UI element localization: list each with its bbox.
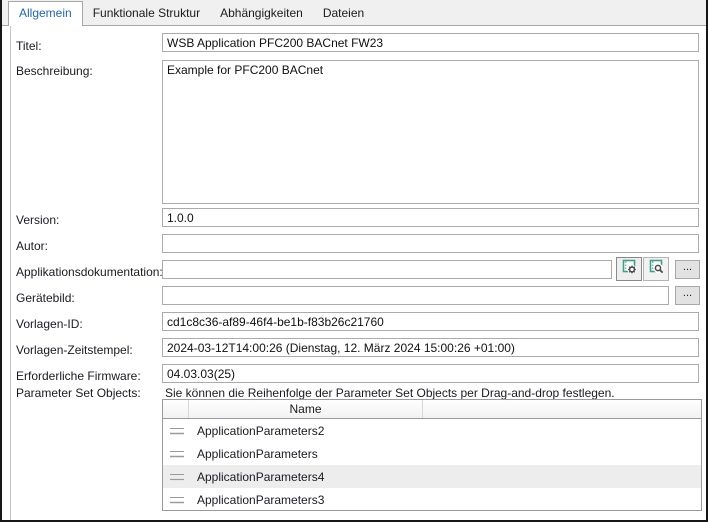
edit-document-button[interactable] — [616, 257, 642, 281]
drag-handle-icon[interactable] — [170, 473, 184, 480]
table-header-row: Name — [163, 400, 701, 419]
row-name: ApplicationParameters4 — [197, 469, 325, 484]
table-header-handle-column — [163, 400, 189, 418]
vorlagen-id-label: Vorlagen-ID: — [16, 317, 83, 331]
row-name: ApplicationParameters — [197, 446, 318, 461]
document-magnifier-icon — [648, 258, 665, 280]
tab-dateien[interactable]: Dateien — [313, 2, 374, 25]
autor-input[interactable] — [162, 234, 699, 253]
beschreibung-textarea[interactable] — [162, 60, 699, 204]
geraetebild-input[interactable] — [162, 286, 669, 305]
titel-input[interactable] — [162, 33, 699, 52]
table-row[interactable]: ApplicationParameters3 — [163, 488, 701, 511]
titel-label: Titel: — [16, 39, 42, 53]
version-label: Version: — [16, 213, 60, 227]
version-input[interactable] — [162, 208, 699, 227]
applikationsdokumentation-browse-button[interactable]: ... — [675, 260, 700, 279]
document-gear-icon — [621, 258, 638, 280]
geraetebild-label: Gerätebild: — [16, 291, 75, 305]
table-row[interactable]: ApplicationParameters — [163, 442, 701, 465]
vorlagen-zeitstempel-input[interactable] — [162, 338, 699, 357]
drag-drop-hint-text: Sie können die Reihenfolge der Parameter… — [165, 386, 615, 400]
applikationsdokumentation-label: Applikationsdokumentation: — [16, 265, 163, 279]
table-header-spacer-column — [423, 400, 701, 418]
table-header-name-column[interactable]: Name — [189, 400, 423, 418]
application-properties-panel: Allgemein Funktionale Struktur Abhängigk… — [0, 0, 708, 522]
geraetebild-browse-button[interactable]: ... — [675, 286, 700, 305]
row-name: ApplicationParameters2 — [197, 423, 325, 438]
panel-inset-line — [10, 26, 11, 520]
preview-document-button[interactable] — [643, 257, 669, 281]
row-name: ApplicationParameters3 — [197, 492, 325, 507]
parameter-set-objects-label: Parameter Set Objects: — [16, 386, 141, 400]
drag-handle-icon[interactable] — [170, 496, 184, 503]
erforderliche-firmware-input[interactable] — [162, 364, 699, 383]
drag-handle-icon[interactable] — [170, 427, 184, 434]
table-row[interactable]: ApplicationParameters2 — [163, 419, 701, 442]
erforderliche-firmware-label: Erforderliche Firmware: — [16, 369, 141, 383]
autor-label: Autor: — [16, 239, 49, 253]
drag-handle-icon[interactable] — [170, 450, 184, 457]
tab-allgemein[interactable]: Allgemein — [8, 1, 83, 26]
table-row[interactable]: ApplicationParameters4 — [163, 465, 701, 488]
vorlagen-id-input[interactable] — [162, 312, 699, 331]
tab-abhaengigkeiten[interactable]: Abhängigkeiten — [210, 2, 313, 25]
beschreibung-label: Beschreibung: — [16, 64, 93, 78]
applikationsdokumentation-input[interactable] — [162, 260, 612, 279]
tab-funktionale-struktur[interactable]: Funktionale Struktur — [83, 2, 210, 25]
parameter-set-objects-table: Name ApplicationParameters2 ApplicationP… — [162, 399, 702, 511]
tab-bar: Allgemein Funktionale Struktur Abhängigk… — [2, 0, 706, 26]
vorlagen-zeitstempel-label: Vorlagen-Zeitstempel: — [16, 343, 133, 357]
